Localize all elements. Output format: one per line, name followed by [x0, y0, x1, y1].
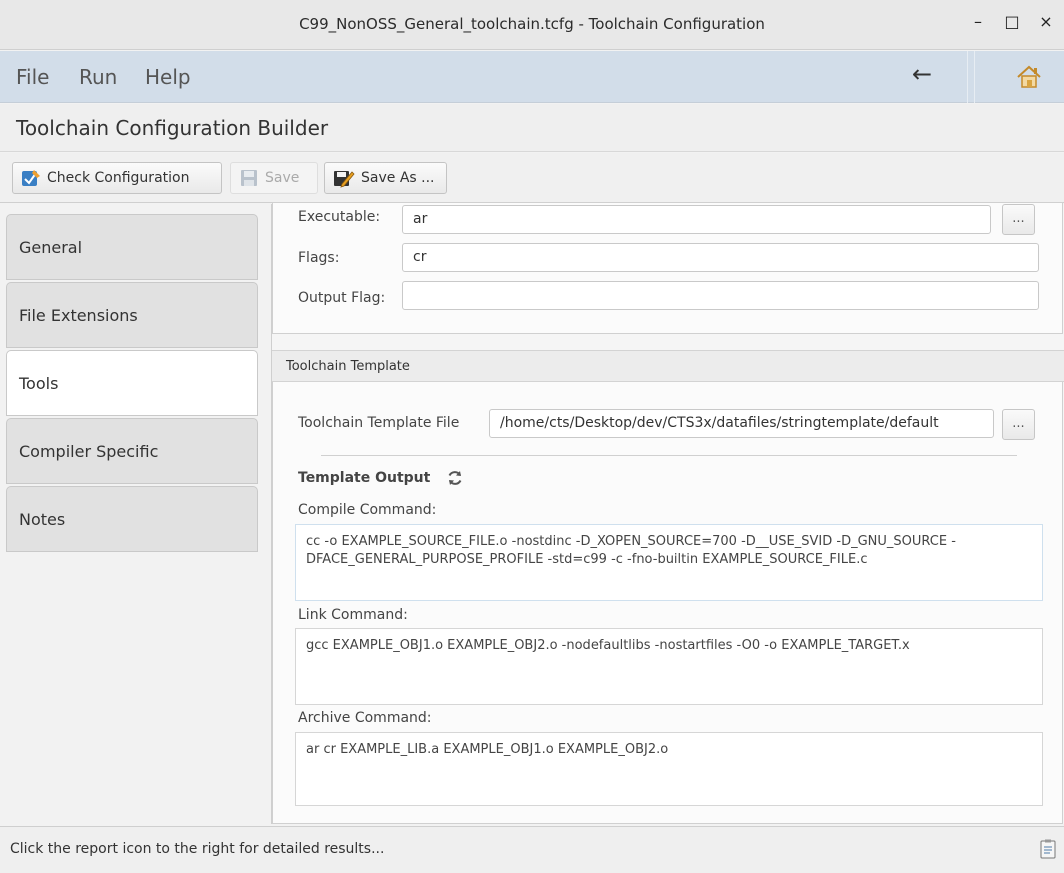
main-content: Executable: ar ... Flags: cr Output Flag…	[271, 202, 1064, 824]
save-as-pencil-icon	[334, 171, 355, 188]
menu-help[interactable]: Help	[145, 65, 191, 89]
close-button[interactable]: ×	[1034, 12, 1058, 36]
save-as-button[interactable]: Save As ...	[324, 162, 447, 194]
executable-label: Executable:	[298, 209, 381, 225]
save-as-label: Save As ...	[361, 170, 435, 186]
template-file-field[interactable]: /home/cts/Desktop/dev/CTS3x/datafiles/st…	[489, 409, 994, 438]
template-divider	[321, 455, 1017, 456]
maximize-button[interactable]: □	[1000, 12, 1024, 36]
template-browse-button[interactable]: ...	[1002, 409, 1035, 440]
home-icon[interactable]	[1014, 62, 1044, 92]
title-bar: C99_NonOSS_General_toolchain.tcfg - Tool…	[0, 0, 1064, 50]
menu-bar: File Run Help ←	[0, 51, 1064, 103]
page-title: Toolchain Configuration Builder	[16, 116, 329, 140]
window-title: C99_NonOSS_General_toolchain.tcfg - Tool…	[299, 15, 765, 33]
link-command-label: Link Command:	[298, 607, 408, 623]
executable-browse-button[interactable]: ...	[1002, 204, 1035, 235]
flags-label: Flags:	[298, 250, 340, 266]
tab-compiler-specific[interactable]: Compiler Specific	[6, 418, 258, 484]
report-icon[interactable]	[1040, 839, 1056, 859]
link-command-text[interactable]: gcc EXAMPLE_OBJ1.o EXAMPLE_OBJ2.o -nodef…	[295, 628, 1043, 705]
status-bar: Click the report icon to the right for d…	[0, 826, 1064, 873]
compile-command-label: Compile Command:	[298, 502, 437, 518]
minimize-button[interactable]: –	[966, 12, 990, 36]
refresh-icon[interactable]	[446, 469, 464, 487]
check-config-icon	[22, 170, 40, 186]
save-label: Save	[265, 170, 300, 186]
archive-command-label: Archive Command:	[298, 710, 432, 726]
compile-command-text[interactable]: cc -o EXAMPLE_SOURCE_FILE.o -nostdinc -D…	[295, 524, 1043, 601]
status-text: Click the report icon to the right for d…	[10, 841, 385, 857]
output-flag-label: Output Flag:	[298, 290, 386, 306]
tab-file-extensions[interactable]: File Extensions	[6, 282, 258, 348]
menu-file[interactable]: File	[16, 65, 49, 89]
tab-general[interactable]: General	[6, 214, 258, 280]
template-file-label: Toolchain Template File	[298, 415, 460, 431]
menu-run[interactable]: Run	[79, 65, 117, 89]
tab-tools[interactable]: Tools	[6, 350, 258, 416]
nav-separator	[967, 51, 975, 103]
tab-notes[interactable]: Notes	[6, 486, 258, 552]
check-configuration-button[interactable]: Check Configuration	[12, 162, 222, 194]
output-flag-field[interactable]	[402, 281, 1039, 310]
floppy-disk-icon	[241, 170, 257, 186]
template-output-title: Template Output	[298, 470, 431, 486]
toolchain-template-panel: Toolchain Template File /home/cts/Deskto…	[272, 382, 1063, 824]
toolchain-template-title: Toolchain Template	[286, 359, 410, 374]
save-button[interactable]: Save	[230, 162, 318, 194]
sidebar: General File Extensions Tools Compiler S…	[0, 204, 271, 824]
toolbar: Check Configuration Save Save As ...	[0, 153, 1064, 203]
back-arrow-icon[interactable]: ←	[905, 60, 939, 92]
executable-field[interactable]: ar	[402, 205, 991, 234]
archive-command-text[interactable]: ar cr EXAMPLE_LIB.a EXAMPLE_OBJ1.o EXAMP…	[295, 732, 1043, 806]
check-configuration-label: Check Configuration	[47, 170, 190, 186]
page-heading: Toolchain Configuration Builder	[0, 104, 1064, 152]
toolchain-template-header: Toolchain Template	[272, 350, 1064, 382]
flags-field[interactable]: cr	[402, 243, 1039, 272]
tool-settings-panel: Executable: ar ... Flags: cr Output Flag…	[272, 202, 1063, 334]
